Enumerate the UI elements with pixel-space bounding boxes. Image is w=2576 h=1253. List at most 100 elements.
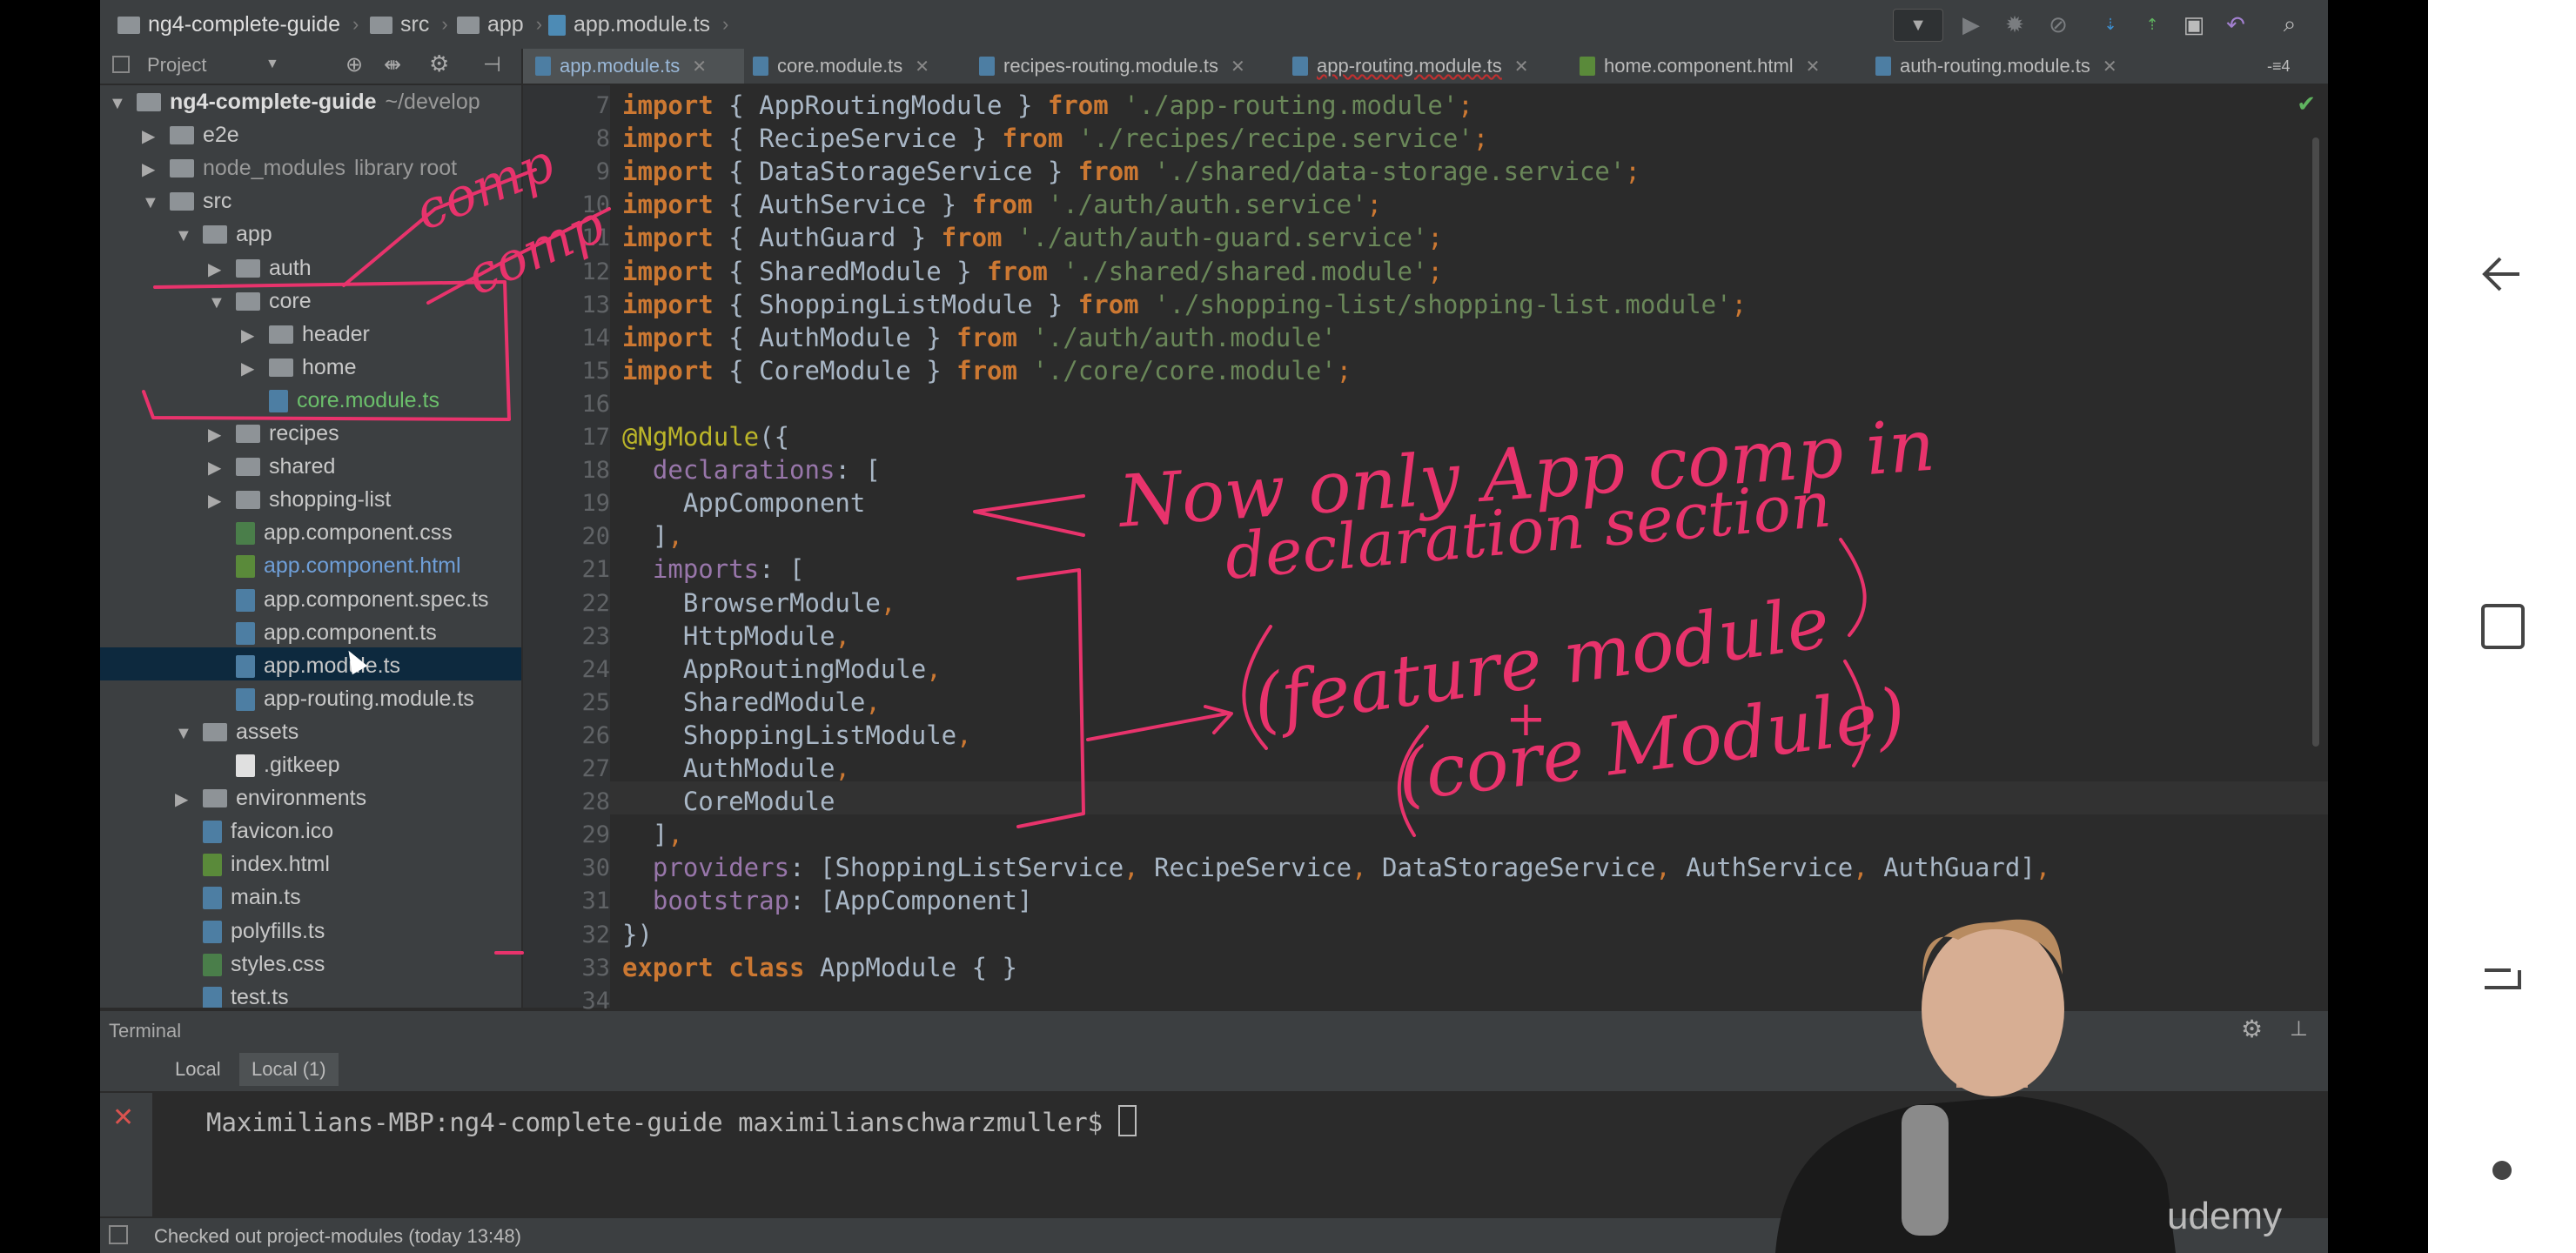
collapsed-arrow-icon[interactable]: ▶ — [208, 419, 227, 452]
code-line: import { AppRoutingModule } from './app-… — [622, 90, 1473, 120]
search-button[interactable]: ⌕ — [2272, 9, 2307, 40]
tree-file[interactable]: app.component.spec.ts — [208, 583, 489, 616]
tree-folder[interactable]: ▶ environments — [175, 781, 366, 814]
vcs-update-button[interactable]: ⇣ — [2093, 9, 2128, 40]
breadcrumb-file[interactable]: app.module.ts › — [548, 7, 728, 42]
tree-folder[interactable]: ▶ node_modules library root — [142, 151, 457, 184]
tree-file[interactable]: app.component.css — [208, 516, 453, 549]
vcs-history-button[interactable]: ▣ — [2177, 9, 2211, 40]
tab-core-module[interactable]: core.module.ts ✕ — [741, 49, 970, 84]
back-button[interactable] — [2428, 248, 2576, 300]
code-line: bootstrap: [AppComponent] — [622, 886, 1033, 915]
tree-folder[interactable]: ▶ e2e — [142, 118, 239, 151]
expanded-arrow-icon[interactable]: ▼ — [175, 219, 194, 252]
code-token: imports — [652, 554, 760, 585]
tree-file[interactable]: main.ts — [175, 881, 301, 914]
tree-folder[interactable]: ▼ ng4-complete-guide ~/develop — [109, 85, 480, 118]
terminal-tab-local[interactable]: Local — [163, 1053, 233, 1086]
tab-app-routing[interactable]: app-routing.module.ts ✕ — [1280, 49, 1571, 84]
folder-icon — [203, 789, 227, 808]
code-token: , — [835, 754, 850, 783]
editor-tabs: app.module.ts ✕ core.module.ts ✕ recipes-r… — [523, 49, 2328, 85]
close-icon[interactable]: ✕ — [1231, 56, 1245, 77]
hide-panel-icon[interactable]: ⊥ — [2290, 1016, 2308, 1042]
collapsed-arrow-icon[interactable]: ▶ — [241, 352, 260, 385]
close-icon[interactable]: ✕ — [692, 56, 707, 77]
tree-folder[interactable]: ▶ header — [241, 318, 370, 351]
collapsed-arrow-icon[interactable]: ▶ — [208, 253, 227, 286]
tree-file[interactable]: favicon.ico — [175, 814, 333, 848]
recents-button[interactable] — [2428, 600, 2576, 653]
home-button[interactable] — [2428, 953, 2576, 1005]
collapsed-arrow-icon[interactable]: ▶ — [175, 783, 194, 816]
tab-auth-routing[interactable]: auth-routing.module.ts ✕ — [1863, 49, 2171, 84]
tree-file[interactable]: test.ts — [175, 981, 289, 1008]
hide-panel-icon[interactable]: ⊣ — [483, 52, 501, 77]
tree-file[interactable]: app-routing.module.ts — [208, 682, 474, 715]
tab-app-module[interactable]: app.module.ts ✕ — [523, 49, 744, 84]
tree-file[interactable]: .gitkeep — [208, 748, 340, 781]
breadcrumb-src[interactable]: src › — [370, 7, 448, 42]
tree-folder[interactable]: ▶ recipes — [208, 417, 339, 450]
breadcrumb-project[interactable]: ng4-complete-guide › — [117, 7, 359, 42]
run-config-dropdown[interactable]: ▼ — [1893, 9, 1943, 42]
breadcrumb-app[interactable]: app › — [457, 7, 542, 42]
expanded-arrow-icon[interactable]: ▼ — [208, 286, 227, 319]
tree-folder[interactable]: ▶ home — [241, 351, 357, 384]
expanded-arrow-icon[interactable]: ▼ — [109, 87, 128, 120]
collapsed-arrow-icon[interactable]: ▶ — [241, 319, 260, 352]
collapsed-arrow-icon[interactable]: ▶ — [208, 452, 227, 485]
vcs-commit-icon: ⇡ — [2145, 15, 2159, 33]
sync-icon[interactable]: ⊕ — [345, 52, 363, 77]
line-number: 32 — [581, 921, 610, 948]
tree-file[interactable]: core.module.ts — [241, 384, 439, 417]
debug-button[interactable]: ✹ — [1997, 9, 2032, 40]
expanded-arrow-icon[interactable]: ▼ — [175, 717, 194, 750]
gear-icon[interactable]: ⚙ — [2241, 1015, 2263, 1043]
close-icon[interactable]: ✕ — [2103, 56, 2117, 77]
tree-file[interactable]: polyfills.ts — [175, 915, 325, 948]
line-number: 16 — [581, 390, 610, 418]
tree-folder[interactable]: ▶ shared — [208, 450, 335, 483]
tabs-overflow[interactable]: -≡ 4 — [2255, 49, 2328, 84]
chevron-down-icon[interactable]: ▼ — [265, 57, 279, 72]
project-view-selector[interactable]: Project — [147, 54, 206, 77]
undo-button[interactable]: ↶ — [2218, 9, 2253, 40]
tree-folder[interactable]: ▶ auth — [208, 251, 312, 285]
tree-folder[interactable]: ▼ app — [175, 218, 272, 251]
tree-file[interactable]: app.module.ts — [208, 649, 400, 682]
close-icon[interactable]: ✕ — [1514, 56, 1529, 77]
tree-file[interactable]: index.html — [175, 848, 330, 881]
tree-folder[interactable]: ▼ src — [142, 184, 231, 218]
toggle-tool-windows-icon[interactable] — [109, 1225, 128, 1244]
expanded-arrow-icon[interactable]: ▼ — [142, 186, 161, 219]
tree-file[interactable]: styles.css — [175, 948, 325, 981]
close-icon[interactable]: ✕ — [915, 56, 929, 77]
tree-file[interactable]: app.component.html — [208, 549, 461, 582]
line-number: 31 — [581, 888, 610, 915]
collapse-icon[interactable]: ⇼ — [384, 52, 401, 77]
tab-home-component[interactable]: home.component.html ✕ — [1567, 49, 1867, 84]
code-editor[interactable]: ✔ import { AppRoutingModule } from './ap… — [610, 85, 2328, 1008]
tree-file[interactable]: app.component.ts — [208, 616, 437, 649]
collapsed-arrow-icon[interactable]: ▶ — [208, 485, 227, 518]
close-icon[interactable]: ✕ — [112, 1105, 134, 1131]
code-token: ] — [622, 820, 668, 850]
vcs-commit-button[interactable]: ⇡ — [2135, 9, 2170, 40]
code-line: import { DataStorageService } from './sh… — [622, 157, 1640, 186]
tree-folder[interactable]: ▼ core — [208, 285, 312, 318]
tab-recipes-routing[interactable]: recipes-routing.module.ts ✕ — [967, 49, 1284, 84]
collapsed-arrow-icon[interactable]: ▶ — [142, 120, 161, 153]
stop-button[interactable]: ⊘ — [2041, 9, 2076, 40]
run-button[interactable]: ▶ — [1954, 9, 1989, 40]
home-icon — [2485, 968, 2521, 989]
gear-icon[interactable]: ⚙ — [429, 50, 449, 77]
tree-folder[interactable]: ▶ shopping-list — [208, 483, 391, 516]
terminal-tab-local-1[interactable]: Local (1) — [239, 1053, 339, 1086]
collapsed-arrow-icon[interactable]: ▶ — [142, 153, 161, 186]
close-icon[interactable]: ✕ — [1806, 56, 1821, 77]
tree-folder[interactable]: ▼ assets — [175, 715, 299, 748]
assistant-button[interactable] — [2428, 1157, 2576, 1183]
editor-scrollbar[interactable] — [2312, 137, 2319, 747]
